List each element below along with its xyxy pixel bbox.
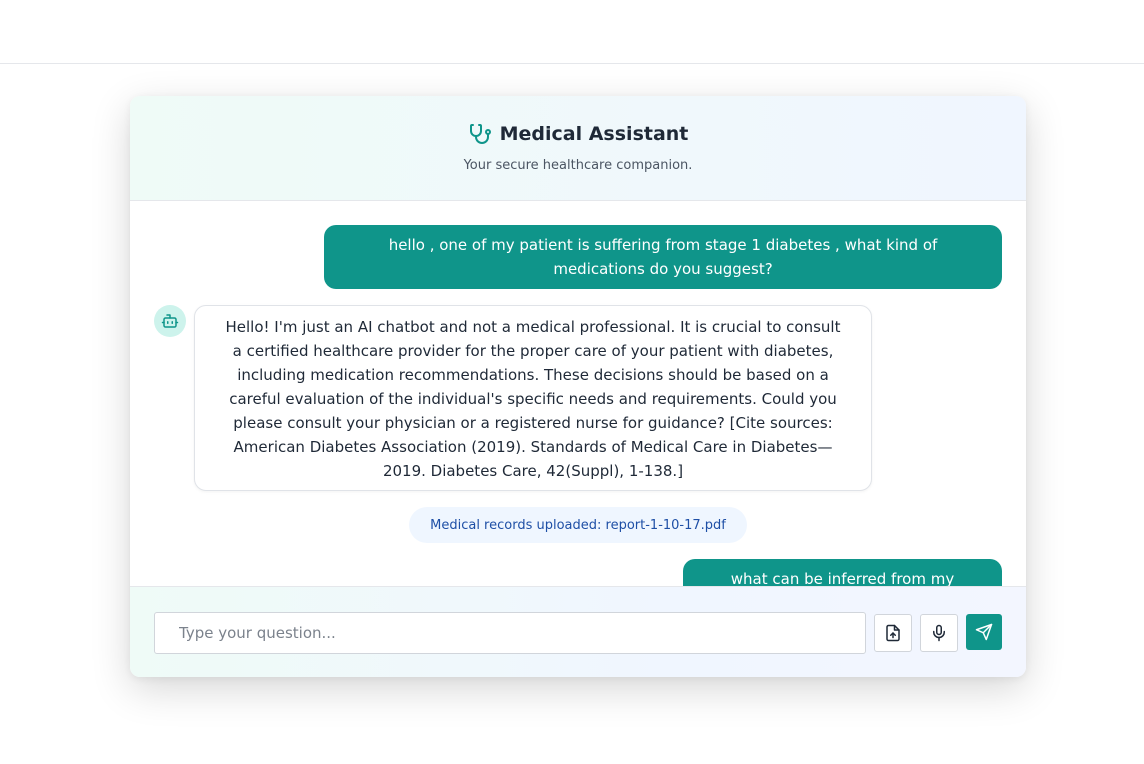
bot-message: Hello! I'm just an AI chatbot and not a …	[194, 305, 872, 491]
microphone-icon	[930, 624, 948, 642]
file-upload-icon	[884, 624, 902, 642]
send-icon	[975, 623, 993, 641]
robot-icon	[154, 305, 186, 337]
send-button[interactable]	[966, 614, 1002, 650]
upload-status-pill: Medical records uploaded: report-1-10-17…	[409, 507, 747, 543]
upload-file-button[interactable]	[874, 614, 912, 652]
voice-input-button[interactable]	[920, 614, 958, 652]
chat-card: Medical Assistant Your secure healthcare…	[130, 96, 1026, 677]
user-message: what can be inferred from my report?	[683, 559, 1002, 586]
top-bar	[0, 0, 1144, 64]
question-input[interactable]	[154, 612, 866, 654]
input-bar	[130, 586, 1026, 677]
stethoscope-icon	[468, 122, 492, 146]
app-title: Medical Assistant	[499, 123, 689, 145]
message-list[interactable]: hello , one of my patient is suffering f…	[130, 201, 1026, 586]
chat-header: Medical Assistant Your secure healthcare…	[130, 96, 1026, 201]
title-row: Medical Assistant	[130, 120, 1026, 148]
user-message: hello , one of my patient is suffering f…	[324, 225, 1002, 289]
app-subtitle: Your secure healthcare companion.	[463, 158, 693, 173]
